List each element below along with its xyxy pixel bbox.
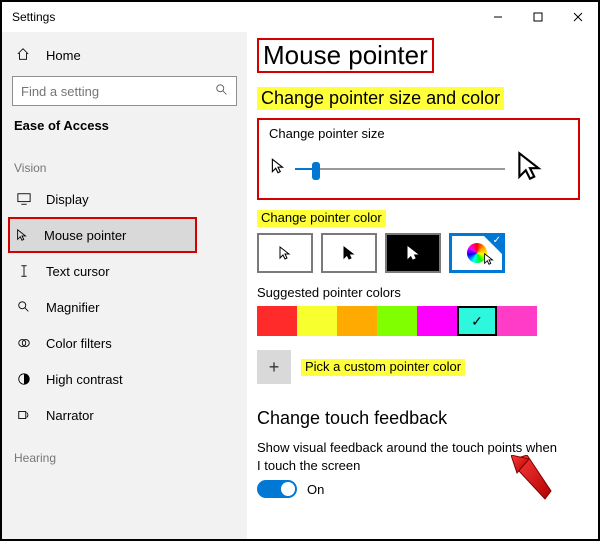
color-filters-icon: [16, 336, 32, 350]
page-title: Mouse pointer: [257, 38, 434, 73]
narrator-icon: [16, 408, 32, 422]
sidebar-group-vision: Vision: [12, 161, 237, 175]
touch-feedback-toggle[interactable]: [257, 480, 297, 498]
titlebar: Settings: [2, 2, 598, 32]
pointer-color-label: Change pointer color: [257, 210, 386, 227]
plus-icon: +: [269, 357, 280, 378]
swatch-magenta[interactable]: [417, 306, 457, 336]
sidebar-item-color-filters[interactable]: Color filters: [12, 325, 237, 361]
search-input[interactable]: [12, 76, 237, 106]
swatch-cyan[interactable]: ✓: [457, 306, 497, 336]
sidebar-item-label: Display: [46, 192, 89, 207]
sidebar-home-label: Home: [46, 48, 81, 63]
close-button[interactable]: [558, 2, 598, 32]
swatch-red[interactable]: [257, 306, 297, 336]
minimize-button[interactable]: [478, 2, 518, 32]
pointer-color-options: ✓: [257, 233, 580, 273]
swatch-yellow[interactable]: [297, 306, 337, 336]
sidebar-home[interactable]: Home: [12, 38, 237, 72]
pointer-color-inverted[interactable]: [385, 233, 441, 273]
suggested-colors-row: ✓: [257, 306, 580, 336]
sidebar-item-display[interactable]: Display: [12, 181, 237, 217]
maximize-button[interactable]: [518, 2, 558, 32]
search-icon: [215, 83, 229, 102]
sidebar-item-label: Narrator: [46, 408, 94, 423]
sidebar-item-label: Mouse pointer: [44, 228, 126, 243]
small-cursor-icon: [269, 157, 287, 180]
sidebar-category: Ease of Access: [12, 118, 237, 133]
sidebar-item-label: Magnifier: [46, 300, 99, 315]
pointer-color-custom[interactable]: ✓: [449, 233, 505, 273]
sidebar-item-mouse-pointer[interactable]: Mouse pointer: [8, 217, 197, 253]
suggested-colors-label: Suggested pointer colors: [257, 285, 580, 300]
content-pane: Mouse pointer Change pointer size and co…: [247, 32, 598, 539]
display-icon: [16, 192, 32, 206]
pointer-color-white[interactable]: [257, 233, 313, 273]
swatch-orange[interactable]: [337, 306, 377, 336]
large-cursor-icon: [513, 149, 547, 188]
sidebar-item-label: Color filters: [46, 336, 112, 351]
pointer-color-black[interactable]: [321, 233, 377, 273]
sidebar-item-label: Text cursor: [46, 264, 110, 279]
sidebar: Home Ease of Access Vision Display: [2, 32, 247, 539]
toggle-state-label: On: [307, 482, 324, 497]
cursor-icon: [14, 228, 30, 242]
home-icon: [16, 47, 32, 64]
pointer-size-slider[interactable]: [295, 159, 505, 179]
pointer-size-group: Change pointer size: [257, 118, 580, 200]
window-title: Settings: [12, 10, 55, 24]
touch-feedback-desc: Show visual feedback around the touch po…: [257, 439, 557, 474]
touch-feedback-header: Change touch feedback: [257, 408, 580, 429]
pointer-size-label: Change pointer size: [269, 126, 568, 141]
sidebar-group-hearing: Hearing: [12, 451, 237, 465]
swatch-pink[interactable]: [497, 306, 537, 336]
text-cursor-icon: [16, 264, 32, 278]
high-contrast-icon: [16, 372, 32, 386]
sidebar-item-text-cursor[interactable]: Text cursor: [12, 253, 237, 289]
swatch-lime[interactable]: [377, 306, 417, 336]
settings-window: Settings Home Ease of: [0, 0, 600, 541]
section-size-color: Change pointer size and color: [257, 87, 504, 110]
sidebar-item-label: High contrast: [46, 372, 123, 387]
sidebar-item-narrator[interactable]: Narrator: [12, 397, 237, 433]
sidebar-item-magnifier[interactable]: Magnifier: [12, 289, 237, 325]
custom-color-label: Pick a custom pointer color: [301, 359, 465, 376]
sidebar-item-high-contrast[interactable]: High contrast: [12, 361, 237, 397]
add-custom-color-button[interactable]: +: [257, 350, 291, 384]
magnifier-icon: [16, 300, 32, 314]
